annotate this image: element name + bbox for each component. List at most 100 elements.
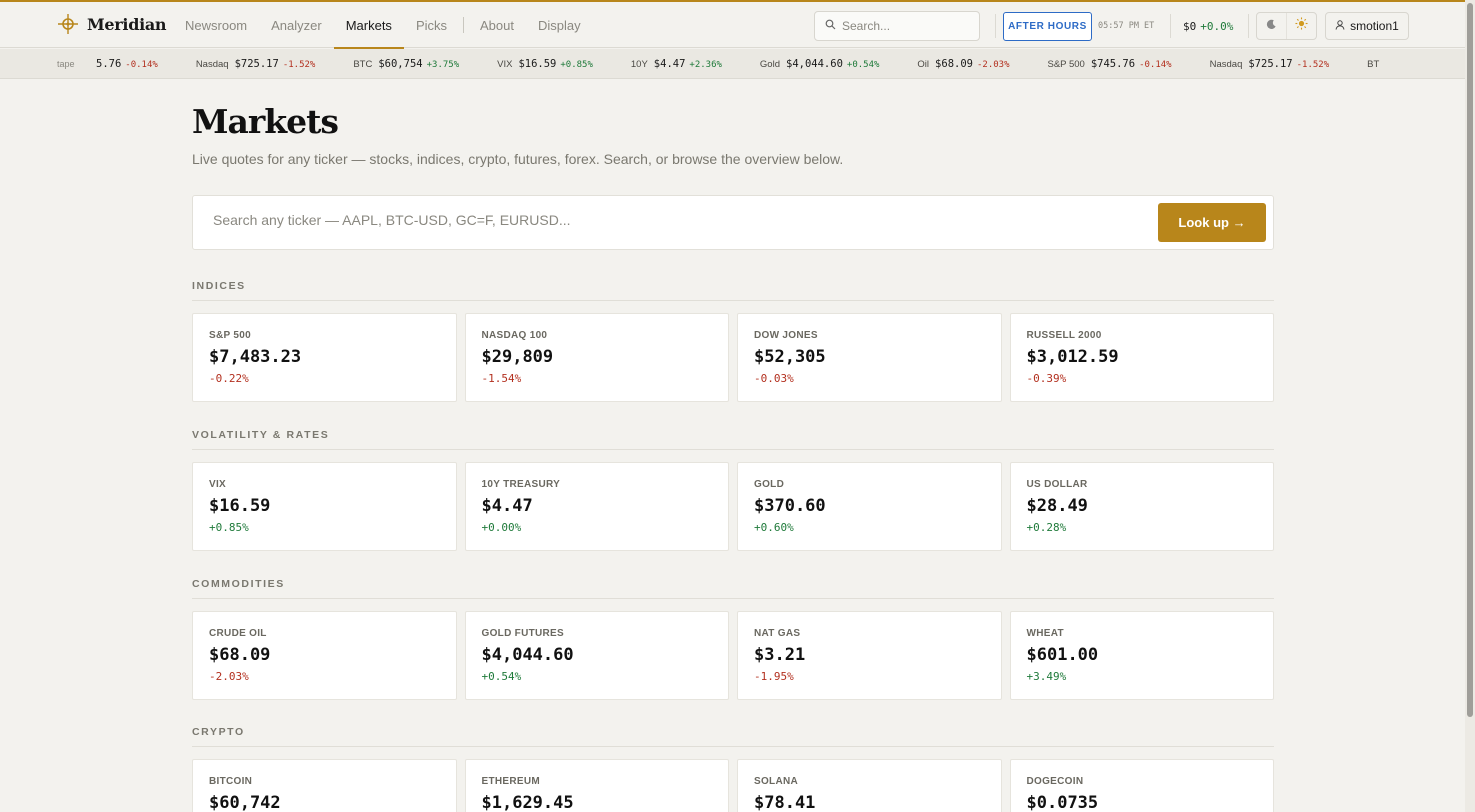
quote-name: GOLD xyxy=(754,479,785,490)
tape-item[interactable]: Nasdaq $725.17 -1.52% xyxy=(196,58,316,70)
quote-name: US DOLLAR xyxy=(1026,479,1088,490)
quote-card[interactable]: DOW JONES $52,305 -0.03% xyxy=(737,313,1002,402)
tape-price: $725.17 xyxy=(234,58,279,70)
search-icon xyxy=(825,17,836,35)
ticker-search-input[interactable] xyxy=(213,212,1133,228)
quote-card[interactable]: RUSSELL 2000 $3,012.59 -0.39% xyxy=(1009,313,1274,402)
lookup-button[interactable]: Look up → xyxy=(1158,203,1266,242)
quote-card[interactable]: NASDAQ 100 $29,809 -1.54% xyxy=(464,313,729,402)
section-heading: VOLATILITY & RATES xyxy=(192,429,1274,450)
tape-symbol: S&P 500 xyxy=(1047,59,1085,70)
quote-card[interactable]: SOLANA $78.41 xyxy=(737,759,1002,812)
header-search[interactable] xyxy=(814,11,980,41)
quote-card[interactable]: VIX $16.59 +0.85% xyxy=(192,462,457,551)
market-session-badge[interactable]: AFTER HOURS xyxy=(1003,12,1092,41)
quote-change: -0.39% xyxy=(1026,372,1067,385)
quote-price: $601.00 xyxy=(1026,645,1099,665)
page-subtitle: Live quotes for any ticker — stocks, ind… xyxy=(192,151,844,167)
quote-name: S&P 500 xyxy=(209,330,251,341)
user-menu-button[interactable]: smotion1 xyxy=(1325,12,1409,40)
brand-name: Meridian xyxy=(87,14,167,34)
tape-item[interactable]: Nasdaq $725.17 -1.52% xyxy=(1210,58,1330,70)
quote-name: NAT GAS xyxy=(754,628,801,639)
page-scrollbar[interactable] xyxy=(1465,0,1475,812)
tape-price: $68.09 xyxy=(935,58,973,70)
tape-item[interactable]: Gold $4,044.60 +0.54% xyxy=(760,58,880,70)
quote-price: $1,629.45 xyxy=(481,793,574,812)
balance-change: +0.0% xyxy=(1200,20,1234,33)
tape-change: -0.14% xyxy=(125,60,158,70)
quote-price: $68.09 xyxy=(209,645,271,665)
section-heading: INDICES xyxy=(192,280,1274,301)
quote-card[interactable]: ETHEREUM $1,629.45 xyxy=(464,759,729,812)
quote-price: $3.21 xyxy=(754,645,806,665)
tape-price: $60,754 xyxy=(378,58,423,70)
quote-card[interactable]: GOLD $370.60 +0.60% xyxy=(737,462,1002,551)
quote-name: DOW JONES xyxy=(754,330,818,341)
nav-analyzer[interactable]: Analyzer xyxy=(259,2,334,48)
quote-card-row: CRUDE OIL $68.09 -2.03% GOLD FUTURES $4,044.… xyxy=(192,611,1274,700)
tape-item[interactable]: BT xyxy=(1367,59,1389,70)
quote-name: NASDAQ 100 xyxy=(481,330,548,341)
quote-name: RUSSELL 2000 xyxy=(1026,330,1102,341)
quote-price: $370.60 xyxy=(754,496,826,516)
username: smotion1 xyxy=(1350,19,1399,33)
quote-name: WHEAT xyxy=(1026,628,1064,639)
quote-price: $4.47 xyxy=(481,496,533,516)
quote-card[interactable]: CRUDE OIL $68.09 -2.03% xyxy=(192,611,457,700)
quote-change: +0.00% xyxy=(481,521,522,534)
quote-name: CRUDE OIL xyxy=(209,628,267,639)
quote-price: $60,742 xyxy=(209,793,281,812)
light-mode-button[interactable] xyxy=(1286,13,1316,39)
tape-symbol: Gold xyxy=(759,59,780,70)
quote-card[interactable]: WHEAT $601.00 +3.49% xyxy=(1009,611,1274,700)
tape-change: +3.75% xyxy=(426,60,460,70)
tape-item[interactable]: 5.76 -0.14% xyxy=(90,58,158,70)
quote-card[interactable]: NAT GAS $3.21 -1.95% xyxy=(737,611,1002,700)
ticker-tape-track: 5.76 -0.14% Nasdaq $725.17 -1.52% BTC $60,754 +… xyxy=(90,49,1427,78)
nav-about[interactable]: About xyxy=(468,2,526,48)
main-nav: Newsroom Analyzer Markets Picks About Di… xyxy=(173,2,593,49)
quote-card[interactable]: US DOLLAR $28.49 +0.28% xyxy=(1009,462,1274,551)
brand-logo[interactable]: Meridian xyxy=(57,13,167,35)
nav-display[interactable]: Display xyxy=(526,2,593,48)
dark-mode-button[interactable] xyxy=(1257,13,1286,39)
quote-card[interactable]: 10Y TREASURY $4.47 +0.00% xyxy=(464,462,729,551)
tape-item[interactable]: 10Y $4.47 +2.36% xyxy=(631,58,722,70)
quote-change: +0.60% xyxy=(754,521,794,534)
quote-name: 10Y TREASURY xyxy=(481,479,561,490)
tape-price: $16.59 xyxy=(518,58,557,70)
quote-name: ETHEREUM xyxy=(481,776,541,787)
sun-icon xyxy=(1295,17,1308,35)
quote-change: -1.54% xyxy=(481,372,522,385)
quote-card[interactable]: GOLD FUTURES $4,044.60 +0.54% xyxy=(464,611,729,700)
tape-item[interactable]: Oil $68.09 -2.03% xyxy=(917,58,1009,70)
tape-item[interactable]: BTC $60,754 +3.75% xyxy=(353,58,459,70)
quote-card[interactable]: BITCOIN $60,742 xyxy=(192,759,457,812)
balance-value: $0 xyxy=(1183,20,1197,33)
tape-price: $4.47 xyxy=(653,58,686,70)
tape-symbol: BTC xyxy=(353,59,373,70)
quote-card-row: S&P 500 $7,483.23 -0.22% NASDAQ 100 $29,809 -… xyxy=(192,313,1274,402)
nav-picks[interactable]: Picks xyxy=(404,2,459,48)
tape-item[interactable]: S&P 500 $745.76 -0.14% xyxy=(1048,58,1172,70)
tape-price: $4,044.60 xyxy=(786,58,843,70)
nav-newsroom[interactable]: Newsroom xyxy=(173,2,259,48)
account-balance: $0 +0.0% xyxy=(1183,20,1233,33)
header-divider xyxy=(995,14,996,38)
quote-change: +0.54% xyxy=(481,670,522,683)
quote-card-row: BITCOIN $60,742 ETHEREUM $1,629.45 SOLANA $78… xyxy=(192,759,1274,812)
tape-change: -1.52% xyxy=(282,60,316,70)
quote-change: +0.28% xyxy=(1026,521,1067,534)
quote-card[interactable]: S&P 500 $7,483.23 -0.22% xyxy=(192,313,457,402)
header-divider xyxy=(1248,14,1249,38)
header-search-input[interactable] xyxy=(842,19,972,33)
scrollbar-thumb[interactable] xyxy=(1467,3,1473,717)
quote-card[interactable]: DOGECOIN $0.0735 xyxy=(1009,759,1274,812)
tape-item[interactable]: VIX $16.59 +0.85% xyxy=(497,58,593,70)
ticker-lookup: Look up → xyxy=(192,195,1274,250)
quote-price: $3,012.59 xyxy=(1026,347,1119,367)
quote-change: +3.49% xyxy=(1026,670,1067,683)
tape-label: tape xyxy=(57,59,75,69)
nav-markets[interactable]: Markets xyxy=(333,2,405,49)
